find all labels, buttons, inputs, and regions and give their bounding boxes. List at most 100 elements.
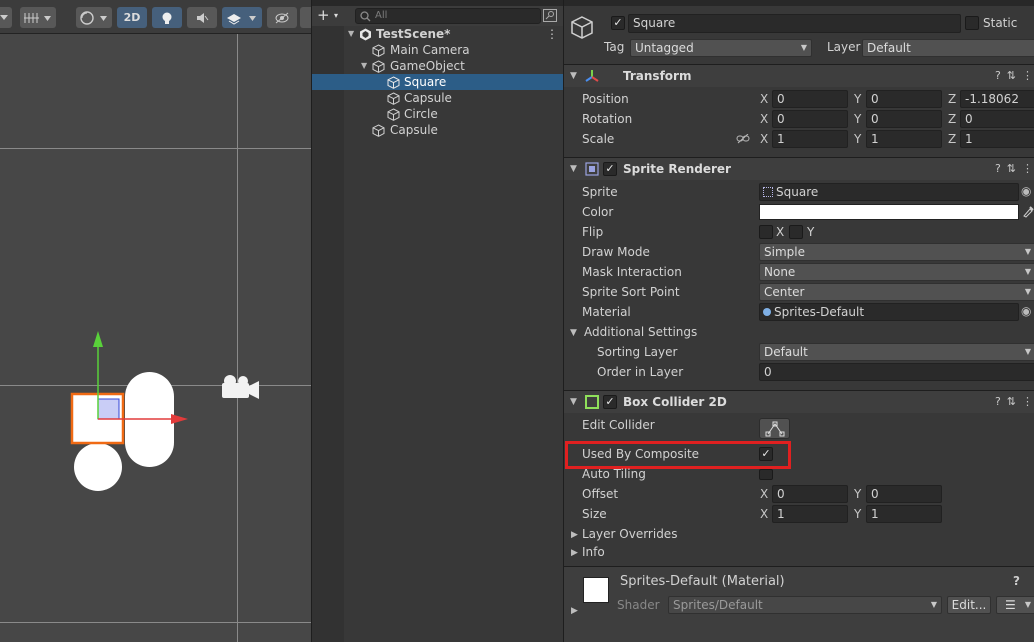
scene-view[interactable]: 2D <box>0 0 311 642</box>
foldout-arrow-icon[interactable]: ▼ <box>570 164 577 174</box>
order-in-layer-input[interactable]: 0 <box>759 363 1034 381</box>
hierarchy-item-gameobject[interactable]: ▼ GameObject <box>312 58 564 74</box>
tag-dropdown[interactable]: Untagged ▼ <box>630 39 812 57</box>
transform-header[interactable]: ▼ Transform ? ⇅ ⋮ <box>564 64 1034 87</box>
help-icon[interactable]: ? <box>995 69 1001 82</box>
additional-settings-foldout[interactable]: Additional Settings <box>584 325 697 339</box>
rotation-z-input[interactable]: 0 <box>960 110 1034 128</box>
move-gizmo-x-arrow <box>171 414 188 424</box>
hierarchy-item-capsule[interactable]: Capsule <box>312 122 564 138</box>
shader-dropdown[interactable]: Sprites/Default ▼ <box>668 596 942 614</box>
chevron-down-icon: ▼ <box>930 600 937 609</box>
foldout-arrow-icon[interactable]: ▼ <box>570 71 577 81</box>
size-x-input[interactable]: 1 <box>772 505 848 523</box>
help-icon[interactable]: ? <box>995 395 1001 408</box>
hierarchy-item-circle[interactable]: Circle <box>312 106 564 122</box>
mask-interaction-value: None <box>764 265 796 279</box>
auto-tiling-label: Auto Tiling <box>582 467 646 481</box>
edit-shader-button[interactable]: Edit... <box>947 596 991 614</box>
info-foldout[interactable]: Info <box>582 545 605 559</box>
component-header-icons: ? ⇅ ⋮ <box>995 162 1033 175</box>
sprite-renderer-header[interactable]: ▼ ✓ Sprite Renderer ? ⇅ ⋮ <box>564 157 1034 180</box>
sprite-sort-point-dropdown[interactable]: Center ▼ <box>759 283 1034 301</box>
preset-icon[interactable]: ⇅ <box>1007 162 1016 175</box>
rotation-y-input[interactable]: 0 <box>866 110 942 128</box>
scale-z-input[interactable]: 1 <box>960 130 1034 148</box>
mask-interaction-dropdown[interactable]: None ▼ <box>759 263 1034 281</box>
sprite-renderer-enabled-checkbox[interactable]: ✓ <box>603 162 617 176</box>
box-collider-enabled-checkbox[interactable]: ✓ <box>603 395 617 409</box>
sprite-renderer-icon <box>585 162 599 176</box>
hierarchy-item-capsule[interactable]: Capsule <box>312 90 564 106</box>
search-filter-icon[interactable] <box>543 9 557 22</box>
box-collider-2d-header[interactable]: ▼ ✓ Box Collider 2D ? ⇅ ⋮ <box>564 390 1034 413</box>
axis-x-label: X <box>760 92 769 106</box>
layer-dropdown[interactable]: Default <box>862 39 1034 57</box>
edit-collider-button[interactable] <box>759 418 790 439</box>
material-value: Sprites-Default <box>774 305 865 319</box>
create-button[interactable]: + ▾ <box>317 7 347 24</box>
size-y-input[interactable]: 1 <box>866 505 942 523</box>
color-label: Color <box>582 205 614 219</box>
kebab-menu-icon[interactable]: ⋮ <box>1022 162 1033 175</box>
hierarchy-item-square[interactable]: Square <box>312 74 564 90</box>
hierarchy-search-input[interactable]: All <box>355 8 541 24</box>
flip-y-checkbox[interactable] <box>789 225 803 239</box>
object-name-input[interactable]: Square <box>628 14 961 33</box>
help-icon[interactable]: ? <box>1013 574 1020 588</box>
tag-value: Untagged <box>635 41 694 55</box>
kebab-menu-icon[interactable]: ⋮ <box>546 26 558 42</box>
link-icon[interactable] <box>736 134 750 144</box>
layer-overrides-foldout[interactable]: Layer Overrides <box>582 527 677 541</box>
flip-x-checkbox[interactable] <box>759 225 773 239</box>
eyedropper-icon[interactable] <box>1022 204 1034 218</box>
move-gizmo-y-arrow <box>93 331 103 347</box>
hierarchy-item-main-camera[interactable]: Main Camera <box>312 42 564 58</box>
preset-icon[interactable]: ⇅ <box>1007 69 1016 82</box>
chevron-down-icon: ▼ <box>1024 267 1031 276</box>
edit-collider-label: Edit Collider <box>582 418 655 432</box>
scale-y-input[interactable]: 1 <box>866 130 942 148</box>
highlight-box <box>565 441 791 469</box>
color-swatch[interactable] <box>759 204 1019 220</box>
preset-icon[interactable]: ⇅ <box>1007 395 1016 408</box>
hierarchy-scene-row[interactable]: ▼ TestScene* ⋮ <box>312 26 564 42</box>
gameobject-cube-icon <box>387 92 400 105</box>
auto-tiling-checkbox[interactable] <box>759 469 773 480</box>
foldout-arrow-icon[interactable]: ▶ <box>571 530 578 540</box>
kebab-menu-icon[interactable]: ⋮ <box>1029 574 1034 588</box>
item-label: Capsule <box>404 91 452 105</box>
offset-x-input[interactable]: 0 <box>772 485 848 503</box>
foldout-arrow-icon[interactable]: ▼ <box>570 397 577 407</box>
kebab-menu-icon[interactable]: ⋮ <box>1022 69 1033 82</box>
sorting-layer-dropdown[interactable]: Default ▼ <box>759 343 1034 361</box>
position-y-input[interactable]: 0 <box>866 90 942 108</box>
help-icon[interactable]: ? <box>995 162 1001 175</box>
position-x-input[interactable]: 0 <box>772 90 848 108</box>
material-object-field[interactable]: Sprites-Default <box>759 303 1019 321</box>
chevron-down-icon: ▼ <box>1024 347 1031 356</box>
rotation-x-input[interactable]: 0 <box>772 110 848 128</box>
size-label: Size <box>582 507 607 521</box>
foldout-arrow-icon[interactable]: ▶ <box>571 548 578 558</box>
object-picker-icon[interactable]: ◉ <box>1021 184 1031 198</box>
draw-mode-dropdown[interactable]: Simple ▼ <box>759 243 1034 261</box>
foldout-arrow-icon[interactable]: ▼ <box>348 26 354 42</box>
static-checkbox[interactable] <box>965 16 979 30</box>
foldout-arrow-icon[interactable]: ▼ <box>570 328 577 338</box>
scale-x-input[interactable]: 1 <box>772 130 848 148</box>
component-header-icons: ? ⇅ ⋮ <box>995 395 1033 408</box>
sorting-layer-value: Default <box>764 345 808 359</box>
sprite-value: Square <box>776 185 819 199</box>
foldout-arrow-icon[interactable]: ▼ <box>361 58 367 74</box>
kebab-menu-icon[interactable]: ⋮ <box>1022 395 1033 408</box>
offset-y-input[interactable]: 0 <box>866 485 942 503</box>
shader-options-button[interactable]: ☰ ▼ <box>996 596 1034 614</box>
object-picker-icon[interactable]: ◉ <box>1021 304 1031 318</box>
scene-canvas[interactable] <box>0 0 311 642</box>
sprite-object-field[interactable]: Square <box>759 183 1019 201</box>
position-z-input[interactable]: -1.18062 <box>960 90 1034 108</box>
chevron-down-icon: ▼ <box>1024 247 1031 256</box>
foldout-arrow-icon[interactable]: ▶ <box>571 606 578 616</box>
active-checkbox[interactable]: ✓ <box>611 16 625 30</box>
